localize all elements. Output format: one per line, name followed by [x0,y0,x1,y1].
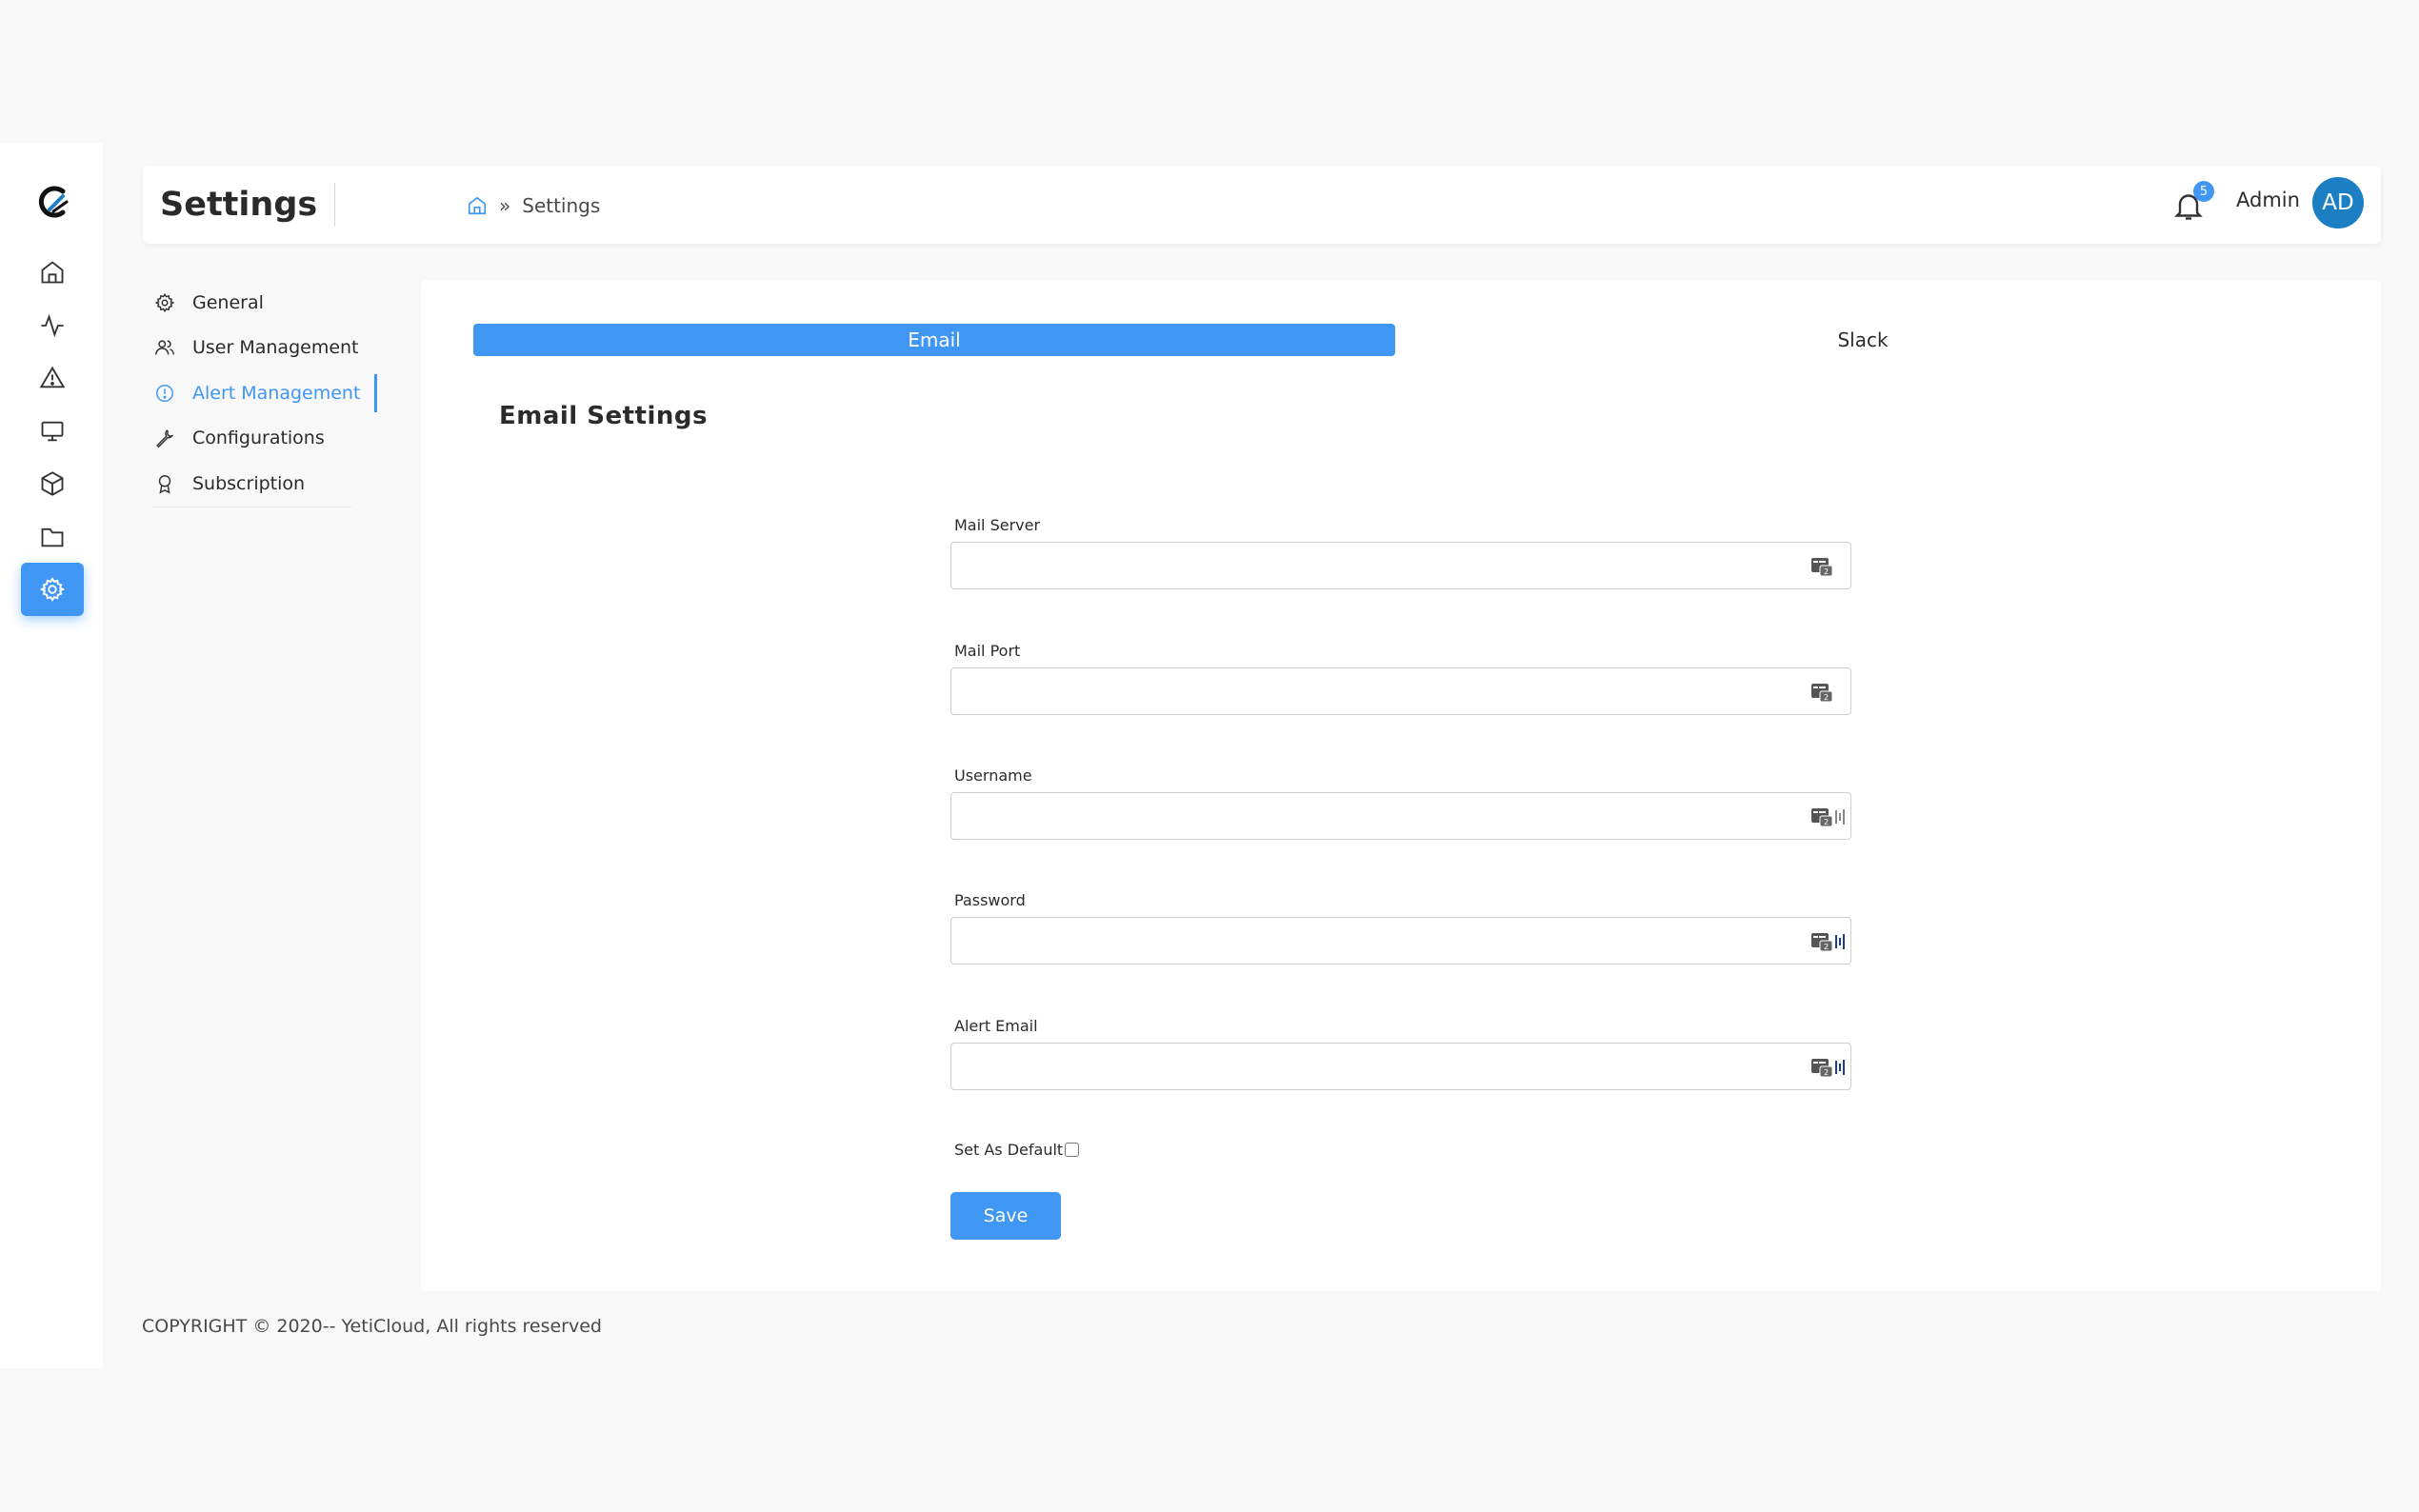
settings-nav-configurations[interactable]: Configurations [143,416,381,462]
settings-nav-alert-management[interactable]: Alert Management [143,370,381,416]
alert-email-input[interactable] [951,1044,1850,1089]
page-title: Settings [160,183,336,227]
rail-activity[interactable] [21,299,84,352]
user-name[interactable]: Admin [2236,189,2300,211]
settings-icon [39,577,66,602]
mail-port-label: Mail Port [954,642,1021,660]
app-logo[interactable] [34,183,72,221]
alert-icon [39,366,66,388]
folder-icon [41,527,64,547]
info-circle-icon [156,384,173,402]
rail-alerts[interactable] [21,351,84,405]
settings-nav-label: Alert Management [192,382,361,404]
alert-email-label: Alert Email [954,1017,1038,1035]
username-field: Username 2 [950,766,1851,840]
mail-server-input[interactable] [951,543,1850,588]
password-manager-icon[interactable]: 2 [1810,1057,1847,1078]
mail-server-label: Mail Server [954,516,1041,534]
username-input[interactable] [951,793,1850,839]
settings-nav-label: Subscription [192,472,306,494]
mail-port-input-wrap: 2 [950,667,1851,715]
password-manager-icon[interactable]: 2 [1810,806,1847,827]
rail-folders[interactable] [21,510,84,564]
password-field: Password 2 [950,891,1851,965]
monitor-icon [41,421,64,442]
svg-text:2: 2 [1824,818,1829,826]
breadcrumb-current: Settings [522,194,601,217]
avatar[interactable]: AD [2312,177,2364,229]
save-button[interactable]: Save [950,1192,1061,1240]
set-default-checkbox[interactable] [1065,1143,1080,1157]
home-icon[interactable] [467,195,488,216]
mail-server-input-wrap: 2 [950,542,1851,589]
password-label: Password [954,891,1026,909]
activity-icon [41,313,64,338]
footer-copyright: COPYRIGHT © 2020-- YetiCloud, All rights… [142,1316,602,1337]
page-header: Settings » Settings 5 Admin AD [143,166,2381,244]
section-title: Email Settings [499,402,708,430]
icon-rail [0,143,103,1368]
password-manager-icon[interactable]: 2 [1810,931,1847,952]
settings-nav-label: Configurations [192,428,325,449]
mail-port-field: Mail Port 2 [950,642,1851,715]
settings-nav: General User Management Alert Management… [143,280,381,507]
gear-icon [154,292,175,312]
password-input-wrap: 2 [950,917,1851,965]
password-manager-icon[interactable]: 2 [1810,556,1833,577]
svg-text:2: 2 [1824,567,1829,576]
set-default-label: Set As Default [954,1141,1064,1159]
svg-text:2: 2 [1824,943,1829,951]
box-icon [41,471,64,496]
home-icon [41,261,64,284]
rail-settings[interactable] [21,563,84,616]
username-label: Username [954,766,1032,785]
award-icon [158,474,171,494]
tab-email[interactable]: Email [473,324,1395,356]
rail-monitor[interactable] [21,405,84,458]
email-settings-card: Email Slack Email Settings Mail Server 2… [421,280,2381,1291]
alert-email-input-wrap: 2 [950,1043,1851,1090]
svg-text:2: 2 [1824,693,1829,702]
svg-text:2: 2 [1824,1068,1829,1077]
rail-home[interactable] [21,246,84,299]
settings-nav-label: General [192,291,264,313]
rail-packages[interactable] [21,457,84,510]
breadcrumb: » Settings [467,194,600,217]
tab-slack[interactable]: Slack [1402,324,2324,356]
settings-nav-general[interactable]: General [143,280,381,326]
settings-nav-user-management[interactable]: User Management [143,326,381,371]
username-input-wrap: 2 [950,792,1851,840]
wrench-icon [156,429,174,448]
mail-server-field: Mail Server 2 [950,516,1851,589]
settings-nav-label: User Management [192,337,359,359]
notification-badge: 5 [2193,181,2214,202]
mail-port-input[interactable] [951,668,1850,714]
settings-nav-subscription[interactable]: Subscription [143,461,381,507]
set-default-row: Set As Default [954,1141,1080,1159]
breadcrumb-separator: » [499,194,511,217]
password-manager-icon[interactable]: 2 [1810,682,1833,703]
app-shell: Settings » Settings 5 Admin AD General U… [0,143,2419,1368]
password-input[interactable] [951,918,1850,964]
users-icon [155,340,174,355]
alert-email-field: Alert Email 2 [950,1017,1851,1090]
